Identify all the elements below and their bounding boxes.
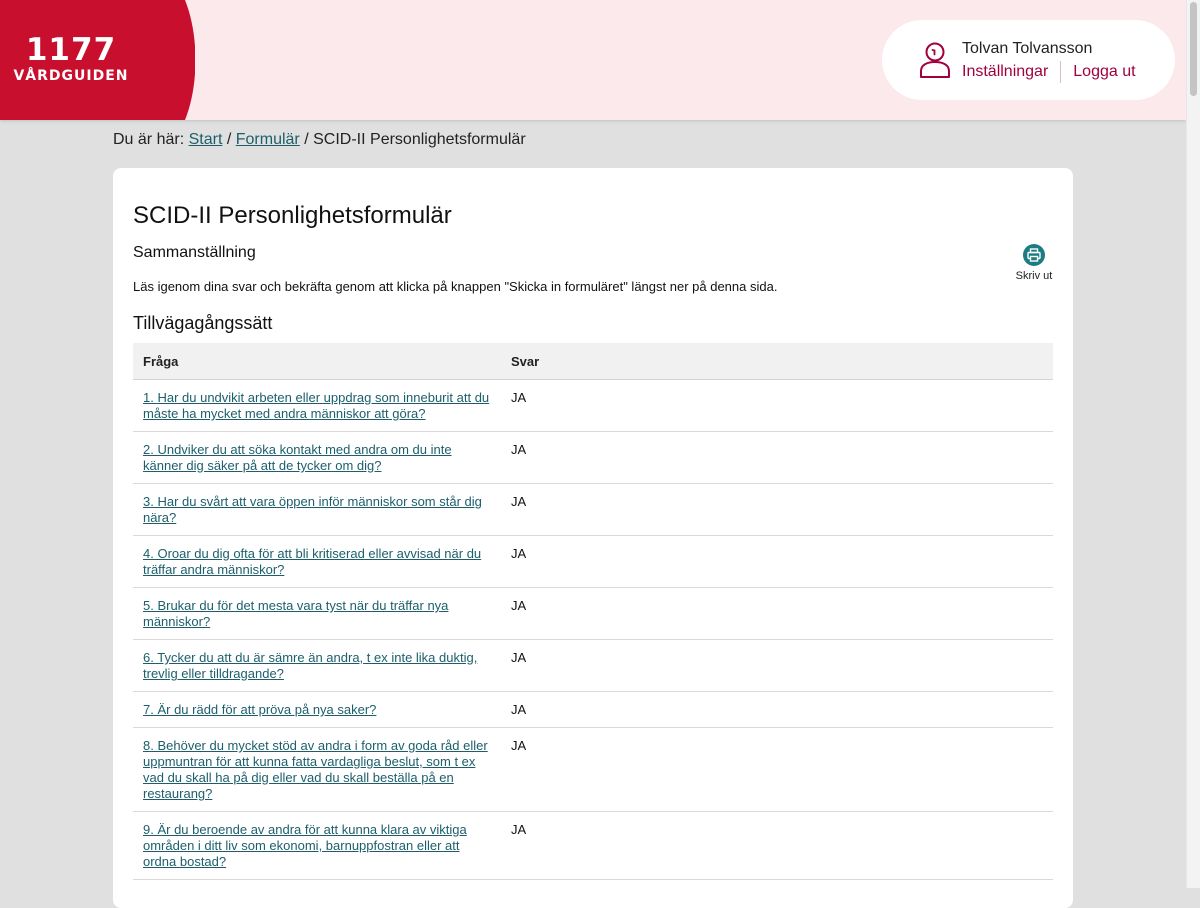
logo-name: VÅRDGUIDEN [13, 68, 129, 84]
answers-table: Fråga Svar 1. Har du undvikit arbeten el… [133, 343, 1053, 880]
table-row: 6. Tycker du att du är sämre än andra, t… [133, 639, 1053, 692]
answer-cell: JA [501, 431, 1053, 484]
table-row: 8. Behöver du mycket stöd av andra i for… [133, 727, 1053, 812]
answer-cell: JA [501, 727, 1053, 812]
question-cell: 6. Tycker du att du är sämre än andra, t… [133, 639, 501, 692]
print-button[interactable]: Skriv ut [1009, 244, 1059, 283]
table-row: 7. Är du rädd för att pröva på nya saker… [133, 691, 1053, 728]
intro-text: Läs igenom dina svar och bekräfta genom … [133, 279, 778, 294]
user-menu: Tolvan Tolvansson Inställningar Logga ut [882, 20, 1175, 100]
form-summary-card: SCID-II Personlighetsformulär Sammanstäl… [113, 168, 1073, 908]
table-row: 9. Är du beroende av andra för att kunna… [133, 811, 1053, 880]
table-row: 1. Har du undvikit arbeten eller uppdrag… [133, 379, 1053, 432]
question-cell: 8. Behöver du mycket stöd av andra i for… [133, 727, 501, 812]
table-row: 2. Undviker du att söka kontakt med andr… [133, 431, 1053, 484]
breadcrumb-formular-link[interactable]: Formulär [236, 131, 300, 148]
question-link[interactable]: 6. Tycker du att du är sämre än andra, t… [143, 650, 477, 681]
breadcrumb-separator: / [226, 131, 232, 148]
question-link[interactable]: 7. Är du rädd för att pröva på nya saker… [143, 702, 376, 717]
table-header-row: Fråga Svar [133, 343, 1053, 380]
user-links: Inställningar Logga ut [962, 61, 1136, 83]
question-link[interactable]: 4. Oroar du dig ofta för att bli kritise… [143, 546, 481, 577]
question-link[interactable]: 3. Har du svårt att vara öppen inför män… [143, 494, 482, 525]
question-link[interactable]: 2. Undviker du att söka kontakt med andr… [143, 442, 452, 473]
page-subtitle: Sammanställning [133, 244, 256, 261]
question-link[interactable]: 1. Har du undvikit arbeten eller uppdrag… [143, 390, 489, 421]
answer-cell: JA [501, 379, 1053, 432]
answer-cell: JA [501, 535, 1053, 588]
printer-icon [1023, 244, 1045, 266]
table-row: 4. Oroar du dig ofta för att bli kritise… [133, 535, 1053, 588]
answer-cell: JA [501, 587, 1053, 640]
question-cell: 3. Har du svårt att vara öppen inför män… [133, 483, 501, 536]
breadcrumb: Du är här: Start / Formulär / SCID-II Pe… [113, 130, 526, 150]
print-label: Skriv ut [1015, 270, 1053, 282]
question-link[interactable]: 5. Brukar du för det mesta vara tyst när… [143, 598, 448, 629]
answer-cell: JA [501, 639, 1053, 692]
page-title: SCID-II Personlighetsformulär [133, 202, 452, 229]
user-icon [920, 42, 950, 78]
question-link[interactable]: 9. Är du beroende av andra för att kunna… [143, 822, 467, 869]
table-row: 3. Har du svårt att vara öppen inför män… [133, 483, 1053, 536]
settings-link[interactable]: Inställningar [962, 61, 1048, 83]
question-cell: 9. Är du beroende av andra för att kunna… [133, 811, 501, 880]
answer-cell: JA [501, 691, 1053, 728]
scrollbar-thumb[interactable] [1190, 2, 1197, 96]
breadcrumb-current: SCID-II Personlighetsformulär [313, 131, 526, 148]
site-header: 1177 VÅRDGUIDEN Tolvan Tolvansson Instäl… [0, 0, 1186, 120]
table-row: 5. Brukar du för det mesta vara tyst när… [133, 587, 1053, 640]
column-header-question: Fråga [133, 343, 501, 380]
answer-cell: JA [501, 811, 1053, 880]
answer-cell: JA [501, 483, 1053, 536]
section-title: Tillvägagångssätt [133, 313, 273, 333]
logout-link[interactable]: Logga ut [1073, 61, 1135, 83]
question-link[interactable]: 8. Behöver du mycket stöd av andra i for… [143, 738, 488, 801]
question-cell: 5. Brukar du för det mesta vara tyst när… [133, 587, 501, 640]
link-divider [1060, 61, 1062, 83]
breadcrumb-prefix: Du är här: [113, 131, 185, 148]
breadcrumb-start-link[interactable]: Start [189, 131, 223, 148]
logo-number: 1177 [25, 32, 117, 68]
user-name: Tolvan Tolvansson [962, 40, 1093, 57]
question-cell: 1. Har du undvikit arbeten eller uppdrag… [133, 379, 501, 432]
breadcrumb-separator: / [304, 131, 309, 148]
question-cell: 7. Är du rädd för att pröva på nya saker… [133, 691, 501, 728]
column-header-answer: Svar [501, 343, 1053, 380]
page-scrollbar[interactable] [1186, 0, 1200, 888]
logo-1177-vardguiden[interactable]: 1177 VÅRDGUIDEN [0, 0, 195, 120]
question-cell: 2. Undviker du att söka kontakt med andr… [133, 431, 501, 484]
question-cell: 4. Oroar du dig ofta för att bli kritise… [133, 535, 501, 588]
